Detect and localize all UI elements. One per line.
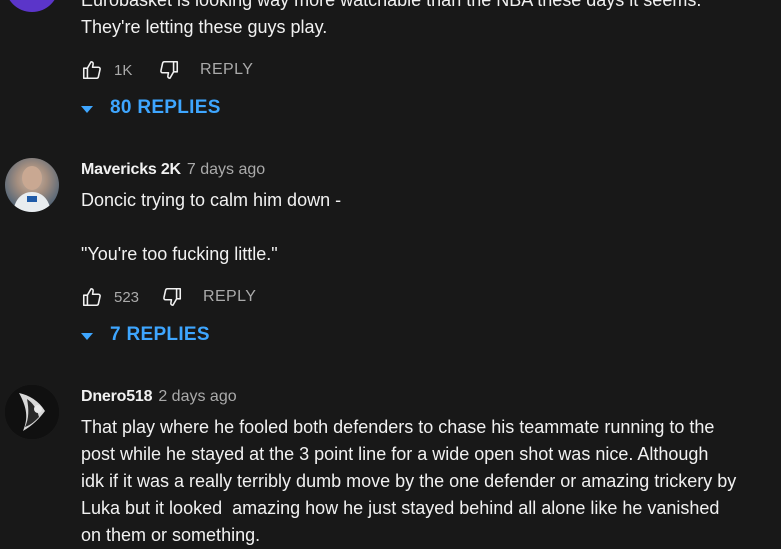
reply-button[interactable]: REPLY — [200, 61, 253, 79]
author-name[interactable]: Dnero518 — [81, 388, 153, 405]
comment-text-line: on them or something. — [81, 525, 261, 545]
comment-text-line: Doncic trying to calm him down - — [81, 190, 342, 210]
comment-actions: 523 REPLY — [81, 285, 256, 309]
comment-text-line: That play where he fooled both defenders… — [81, 417, 715, 437]
avatar[interactable] — [5, 0, 59, 12]
thumbs-up-icon[interactable] — [81, 59, 103, 81]
comment-actions: 1K REPLY — [81, 58, 253, 82]
comment-text: Doncic trying to calm him down - "You're… — [81, 187, 771, 268]
like-count: 1K — [114, 61, 133, 79]
thumbs-down-icon[interactable] — [158, 59, 180, 81]
comment-header: Dnero518 2 days ago — [81, 387, 771, 407]
comment-text: Eurobasket is looking way more watchable… — [81, 0, 771, 41]
comment-text-line: Luka but it looked amazing how he just s… — [81, 498, 720, 518]
avatar[interactable] — [5, 385, 59, 439]
comment-text-line — [81, 214, 771, 241]
thumbs-up-icon[interactable] — [81, 286, 103, 308]
avatar[interactable] — [5, 158, 59, 212]
comment-text-line: idk if it was a really terribly dumb mov… — [81, 471, 737, 491]
view-replies-button[interactable]: 80 REPLIES — [81, 97, 221, 119]
replies-label: 80 REPLIES — [110, 97, 221, 118]
like-count: 523 — [114, 288, 140, 306]
reply-button[interactable]: REPLY — [203, 288, 256, 306]
comment-text-line: "You're too fucking little." — [81, 244, 278, 264]
comment-text-line: They're letting these guys play. — [81, 17, 328, 37]
caret-down-icon — [81, 105, 93, 113]
comment-text-line: post while he stayed at the 3 point line… — [81, 444, 709, 464]
replies-label: 7 REPLIES — [110, 324, 210, 345]
comment-text: That play where he fooled both defenders… — [81, 414, 771, 549]
caret-down-icon — [81, 332, 93, 340]
timestamp[interactable]: 7 days ago — [187, 161, 265, 178]
view-replies-button[interactable]: 7 REPLIES — [81, 324, 210, 346]
author-name[interactable]: Mavericks 2K — [81, 161, 181, 178]
thumbs-down-icon[interactable] — [161, 286, 183, 308]
timestamp[interactable]: 2 days ago — [158, 388, 236, 405]
comment-text-line: Eurobasket is looking way more watchable… — [81, 0, 702, 10]
comment-header: Mavericks 2K 7 days ago — [81, 160, 771, 180]
